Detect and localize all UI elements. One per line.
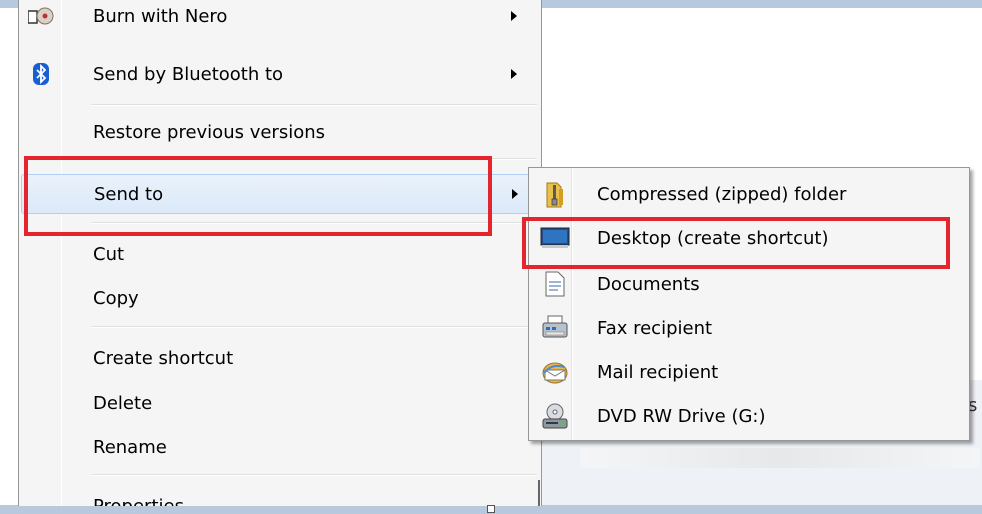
- menu-separator: [91, 222, 537, 224]
- submenu-item-label: Documents: [597, 273, 700, 295]
- nero-burn-icon: [27, 2, 55, 30]
- menu-item-create-shortcut[interactable]: Create shortcut: [21, 338, 539, 378]
- submenu-item-mail-recipient[interactable]: Mail recipient: [531, 350, 967, 394]
- menu-item-label: Rename: [93, 436, 167, 458]
- submenu-arrow-icon: [512, 189, 518, 199]
- menu-item-copy[interactable]: Copy: [21, 278, 539, 318]
- menu-separator: [91, 326, 537, 328]
- desktop-icon: [539, 222, 571, 254]
- menu-item-label: Properties: [93, 495, 184, 507]
- menu-item-rename[interactable]: Rename: [21, 427, 539, 467]
- submenu-item-label: Desktop (create shortcut): [597, 227, 829, 249]
- send-to-submenu: Compressed (zipped) folder Desktop (crea…: [528, 167, 970, 441]
- context-menu: Burn with Nero Send by Bluetooth to Rest…: [18, 0, 542, 506]
- submenu-arrow-icon: [511, 69, 517, 79]
- menu-item-label: Create shortcut: [93, 347, 234, 369]
- menu-item-label: Copy: [93, 287, 139, 309]
- submenu-item-dvd-drive[interactable]: DVD RW Drive (G:): [531, 394, 967, 438]
- dvd-drive-icon: [539, 400, 571, 432]
- submenu-item-label: Fax recipient: [597, 317, 713, 339]
- menu-separator: [91, 474, 537, 476]
- documents-icon: [539, 268, 571, 300]
- submenu-item-label: DVD RW Drive (G:): [597, 405, 766, 427]
- menu-item-send-by-bluetooth[interactable]: Send by Bluetooth to: [21, 54, 539, 94]
- submenu-item-label: Mail recipient: [597, 361, 719, 383]
- fax-icon: [539, 312, 571, 344]
- menu-item-label: Send by Bluetooth to: [93, 63, 284, 85]
- submenu-item-compressed-folder[interactable]: Compressed (zipped) folder: [531, 172, 967, 216]
- menu-item-restore-previous-versions[interactable]: Restore previous versions: [21, 112, 539, 152]
- submenu-item-fax-recipient[interactable]: Fax recipient: [531, 306, 967, 350]
- background-divider: [538, 480, 540, 506]
- menu-item-label: Delete: [93, 392, 153, 414]
- background-blurred-row: [580, 448, 980, 468]
- menu-item-properties[interactable]: Properties: [21, 486, 539, 507]
- submenu-item-label: Compressed (zipped) folder: [597, 183, 847, 205]
- menu-item-label: Restore previous versions: [93, 121, 326, 143]
- bluetooth-icon: [27, 60, 55, 88]
- menu-item-delete[interactable]: Delete: [21, 383, 539, 423]
- menu-item-burn-with-nero[interactable]: Burn with Nero: [21, 0, 539, 36]
- mail-icon: [539, 356, 571, 388]
- menu-item-label: Send to: [94, 183, 164, 205]
- submenu-arrow-icon: [511, 11, 517, 21]
- menu-item-label: Burn with Nero: [93, 5, 228, 27]
- zip-folder-icon: [539, 178, 571, 210]
- menu-item-send-to[interactable]: Send to: [21, 174, 539, 214]
- submenu-item-documents[interactable]: Documents: [531, 262, 967, 306]
- menu-separator: [91, 158, 537, 160]
- submenu-item-desktop-shortcut[interactable]: Desktop (create shortcut): [531, 216, 967, 260]
- resize-grip: [487, 505, 495, 513]
- menu-item-cut[interactable]: Cut: [21, 234, 539, 274]
- menu-separator: [91, 104, 537, 106]
- menu-item-label: Cut: [93, 243, 125, 265]
